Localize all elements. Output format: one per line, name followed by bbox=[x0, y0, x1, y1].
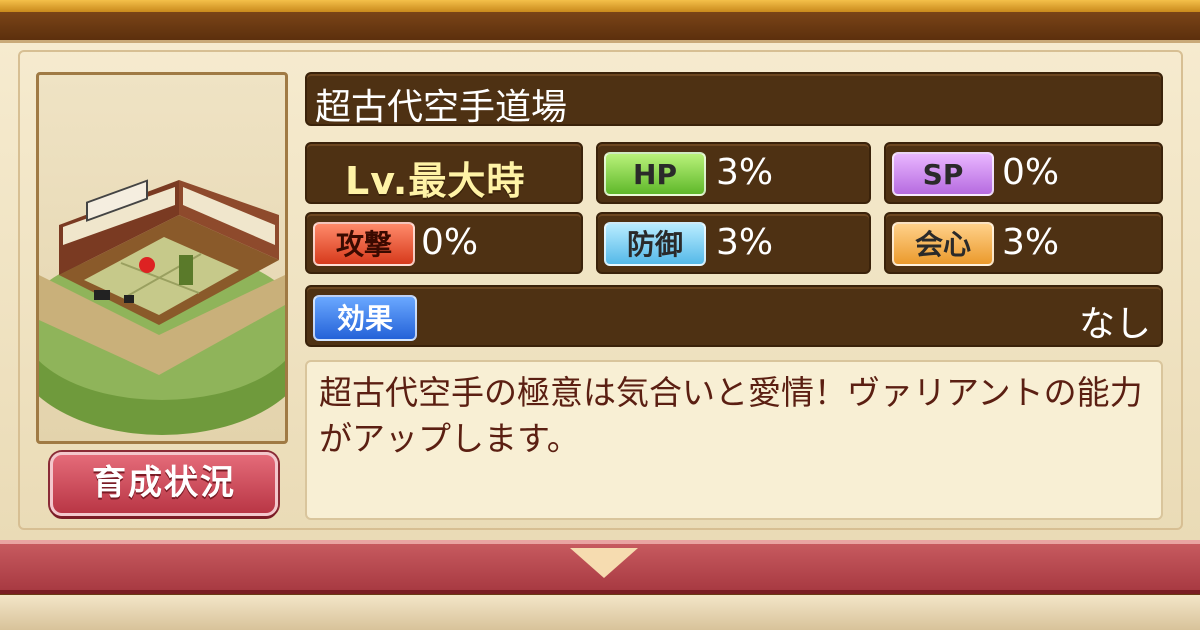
defense-badge: 防御 bbox=[604, 222, 706, 266]
stat-critical: 会心 3% bbox=[884, 212, 1163, 274]
effect-value: なし bbox=[1078, 304, 1151, 345]
sp-value: 0% bbox=[1002, 152, 1060, 193]
bottom-band bbox=[0, 595, 1200, 630]
critical-badge: 会心 bbox=[892, 222, 994, 266]
critical-value: 3% bbox=[1002, 222, 1060, 263]
training-status-button[interactable]: 育成状況 bbox=[50, 452, 278, 516]
top-gold-strip bbox=[0, 0, 1200, 12]
dojo-room-image bbox=[39, 179, 285, 435]
facility-title-bar: 超古代空手道場 bbox=[305, 72, 1163, 128]
level-cell: Lv.最大時 bbox=[305, 142, 583, 204]
sp-badge: SP bbox=[892, 152, 994, 196]
effect-badge: 効果 bbox=[313, 295, 417, 341]
attack-value: 0% bbox=[421, 222, 479, 263]
stat-attack: 攻撃 0% bbox=[305, 212, 583, 274]
facility-name: 超古代空手道場 bbox=[315, 87, 568, 128]
facility-description: 超古代空手の極意は気合いと愛情！ヴァリアントの能力がアップします。 bbox=[305, 360, 1163, 520]
hp-value: 3% bbox=[716, 152, 774, 193]
stat-hp: HP 3% bbox=[596, 142, 871, 204]
effect-bar: 効果 なし bbox=[305, 285, 1163, 347]
attack-badge: 攻撃 bbox=[313, 222, 415, 266]
top-header-band bbox=[0, 12, 1200, 42]
chevron-down-icon[interactable] bbox=[570, 548, 638, 578]
stat-sp: SP 0% bbox=[884, 142, 1163, 204]
stat-defense: 防御 3% bbox=[596, 212, 871, 274]
hp-badge: HP bbox=[604, 152, 706, 196]
level-label: Lv.最大時 bbox=[345, 159, 526, 203]
defense-value: 3% bbox=[716, 222, 774, 263]
dojo-thumbnail bbox=[36, 72, 288, 444]
